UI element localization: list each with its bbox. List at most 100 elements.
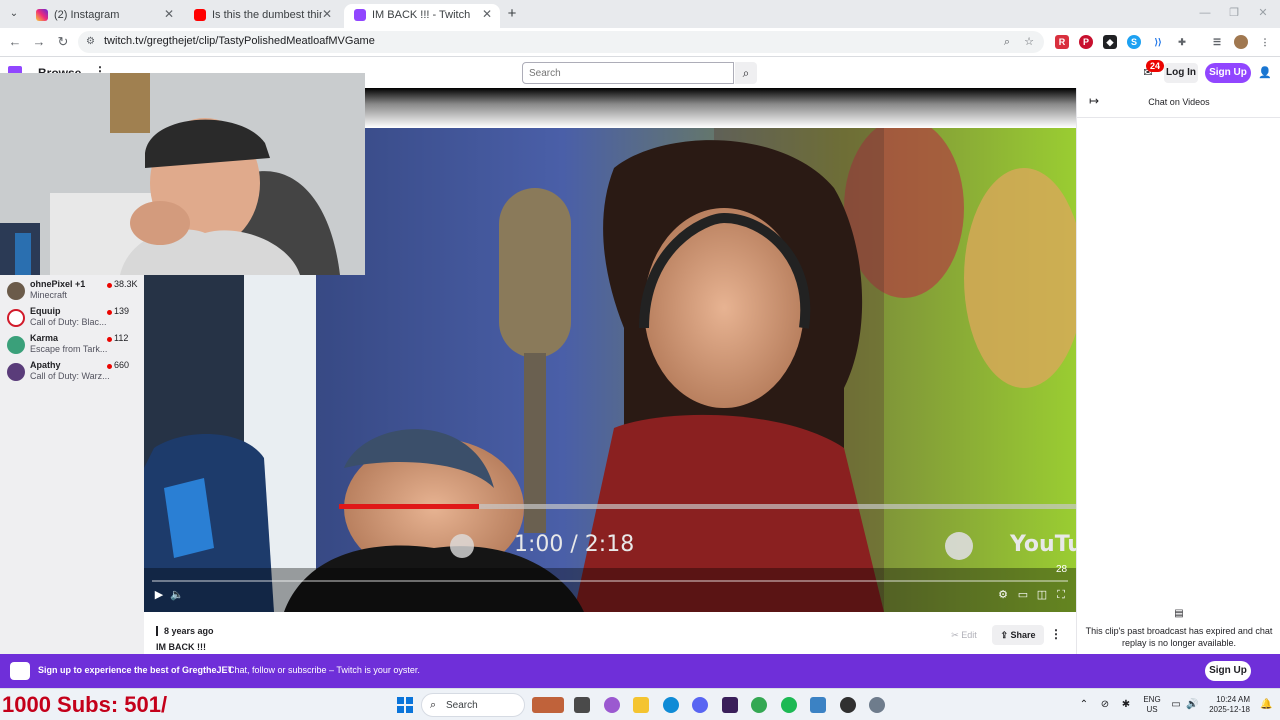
youtube-icon bbox=[194, 9, 206, 21]
extension-blue-icon[interactable]: S bbox=[1127, 35, 1141, 49]
bookmark-star-icon[interactable]: ☆ bbox=[1022, 35, 1036, 49]
input-language[interactable]: ENG US bbox=[1140, 695, 1164, 715]
tab-youtube[interactable]: Is this the dumbest thing you e ✕ bbox=[184, 4, 340, 28]
theatre-mode-icon[interactable]: ▭ bbox=[1016, 588, 1030, 602]
extension-dark-icon[interactable]: ◆ bbox=[1103, 35, 1117, 49]
avatar bbox=[7, 282, 25, 300]
live-indicator-icon bbox=[107, 283, 112, 288]
avatar bbox=[7, 309, 25, 327]
system-clock[interactable]: 10:24 AM 2025-12-18 bbox=[1204, 695, 1250, 715]
instagram-icon bbox=[36, 9, 48, 21]
tab-search-menu-icon[interactable]: ⌄ bbox=[6, 6, 22, 22]
search-icon[interactable]: ⌕ bbox=[735, 62, 757, 84]
extension-red-icon[interactable]: R bbox=[1055, 35, 1069, 49]
extension-pinterest-icon[interactable]: P bbox=[1079, 35, 1093, 49]
edge-icon[interactable] bbox=[663, 697, 679, 713]
spotify-icon[interactable] bbox=[781, 697, 797, 713]
sidebar-channel-equuip[interactable]: Equuip Call of Duty: Blac... 139 bbox=[0, 304, 144, 331]
extensions-puzzle-icon[interactable]: ✚ bbox=[1175, 35, 1189, 49]
volume-icon[interactable]: 🔈 bbox=[170, 588, 184, 602]
volume-icon[interactable]: 🔊 bbox=[1186, 699, 1198, 711]
copilot-icon[interactable] bbox=[604, 697, 620, 713]
next-app-icon[interactable] bbox=[722, 697, 738, 713]
sidebar-channel-ohnepixel[interactable]: ohnePixel +1 Minecraft 38.3K bbox=[0, 277, 144, 304]
chat-title: Chat on Videos bbox=[1148, 97, 1210, 107]
taskbar-widget-icon[interactable] bbox=[532, 697, 564, 713]
sidebar-channel-apathy[interactable]: Apathy Call of Duty: Warz... 660 bbox=[0, 358, 144, 385]
tray-bluetooth-icon[interactable]: ✱ bbox=[1120, 699, 1132, 711]
start-menu-icon[interactable] bbox=[397, 697, 413, 713]
taskbar-search[interactable]: ⌕ Search bbox=[421, 693, 525, 717]
search-icon: ⌕ bbox=[430, 699, 437, 711]
forward-icon[interactable]: → bbox=[31, 34, 47, 50]
banner-signup-button[interactable]: Sign Up bbox=[1205, 661, 1251, 681]
play-icon[interactable]: ▶ bbox=[152, 588, 166, 602]
more-options-icon[interactable]: ⋮ bbox=[1050, 627, 1062, 641]
tab-title: Is this the dumbest thing you e bbox=[212, 9, 322, 21]
clip-age: 8 years ago bbox=[156, 626, 214, 636]
share-icon: ⇪ bbox=[1000, 630, 1011, 640]
browser-tabstrip: ⌄ (2) Instagram ✕ Is this the dumbest th… bbox=[0, 0, 1280, 28]
edit-button[interactable]: ✂ Edit bbox=[942, 626, 986, 644]
new-tab-icon[interactable]: + bbox=[504, 6, 520, 22]
settings-icon[interactable] bbox=[869, 697, 885, 713]
tray-app-icon[interactable]: ⊘ bbox=[1099, 699, 1111, 711]
browser-menu-icon[interactable]: ⋮ bbox=[1258, 35, 1272, 49]
fullscreen-icon[interactable]: ⛶ bbox=[1054, 588, 1068, 602]
tray-overflow-icon[interactable]: ⌃ bbox=[1078, 699, 1090, 711]
twitch-icon bbox=[354, 9, 366, 21]
taskbar-search-label: Search bbox=[446, 700, 478, 711]
address-bar[interactable]: ⚙ twitch.tv/gregthejet/clip/TastyPolishe… bbox=[78, 31, 1044, 53]
edit-label: Edit bbox=[961, 630, 977, 640]
user-menu-icon[interactable]: 👤 bbox=[1258, 66, 1272, 80]
discord-icon[interactable] bbox=[692, 697, 708, 713]
restore-icon[interactable]: ❐ bbox=[1227, 6, 1241, 20]
clip-view-count: 28 bbox=[1056, 564, 1068, 575]
chat-panel: ↦ Chat on Videos ▤ This clip's past broa… bbox=[1076, 88, 1280, 654]
search-box[interactable] bbox=[522, 62, 734, 84]
close-icon[interactable]: ✕ bbox=[480, 7, 494, 21]
chat-unavailable-message: This clip's past broadcast has expired a… bbox=[1085, 626, 1273, 648]
language-secondary: US bbox=[1146, 705, 1158, 714]
chrome-icon[interactable] bbox=[751, 697, 767, 713]
settings-gear-icon[interactable]: ⚙ bbox=[996, 588, 1010, 602]
reading-list-icon[interactable]: ☰ bbox=[1210, 35, 1224, 49]
close-icon[interactable]: ✕ bbox=[162, 7, 176, 21]
viewer-count: 139 bbox=[114, 306, 130, 316]
sidebar-channel-karma[interactable]: Karma Escape from Tark... 112 bbox=[0, 331, 144, 358]
obs-icon[interactable] bbox=[840, 697, 856, 713]
channel-name: ohnePixel +1 bbox=[30, 279, 86, 289]
back-icon[interactable]: ← bbox=[7, 34, 23, 50]
channel-name: Apathy bbox=[30, 360, 61, 370]
file-explorer-icon[interactable] bbox=[633, 697, 649, 713]
avatar bbox=[7, 363, 25, 381]
side-by-side-icon[interactable]: ◫ bbox=[1035, 588, 1049, 602]
webcam-overlay bbox=[0, 73, 365, 275]
network-icon[interactable]: ▭ bbox=[1170, 699, 1182, 711]
search-input[interactable] bbox=[523, 63, 733, 83]
notification-badge: 24 bbox=[1146, 60, 1165, 72]
channel-game: Minecraft bbox=[30, 290, 68, 300]
player-progress-bar[interactable] bbox=[152, 580, 1068, 582]
signup-button[interactable]: Sign Up bbox=[1205, 63, 1251, 83]
tab-instagram[interactable]: (2) Instagram ✕ bbox=[26, 4, 182, 28]
login-button[interactable]: Log In bbox=[1164, 63, 1198, 83]
minimize-icon[interactable]: — bbox=[1198, 6, 1212, 20]
window-close-icon[interactable]: ✕ bbox=[1256, 6, 1270, 20]
extension-audio-icon[interactable]: ⟩⟩ bbox=[1151, 35, 1165, 49]
notifications-bell-icon[interactable]: 🔔 bbox=[1260, 699, 1272, 711]
tab-title: IM BACK !!! - Twitch bbox=[372, 9, 471, 21]
live-indicator-icon bbox=[107, 310, 112, 315]
share-button[interactable]: ⇪ Share bbox=[992, 625, 1044, 645]
profile-avatar[interactable] bbox=[1234, 35, 1248, 49]
notepad-icon[interactable] bbox=[810, 697, 826, 713]
zoom-icon[interactable]: ⌕ bbox=[1000, 35, 1014, 49]
task-view-icon[interactable] bbox=[574, 697, 590, 713]
tab-twitch[interactable]: IM BACK !!! - Twitch ✕ bbox=[344, 4, 500, 28]
close-icon[interactable]: ✕ bbox=[320, 7, 334, 21]
live-indicator-icon bbox=[107, 364, 112, 369]
viewer-count: 660 bbox=[114, 360, 130, 370]
clock-date: 2025-12-18 bbox=[1209, 705, 1250, 714]
site-info-icon[interactable]: ⚙ bbox=[86, 36, 98, 48]
reload-icon[interactable]: ↻ bbox=[55, 34, 71, 50]
